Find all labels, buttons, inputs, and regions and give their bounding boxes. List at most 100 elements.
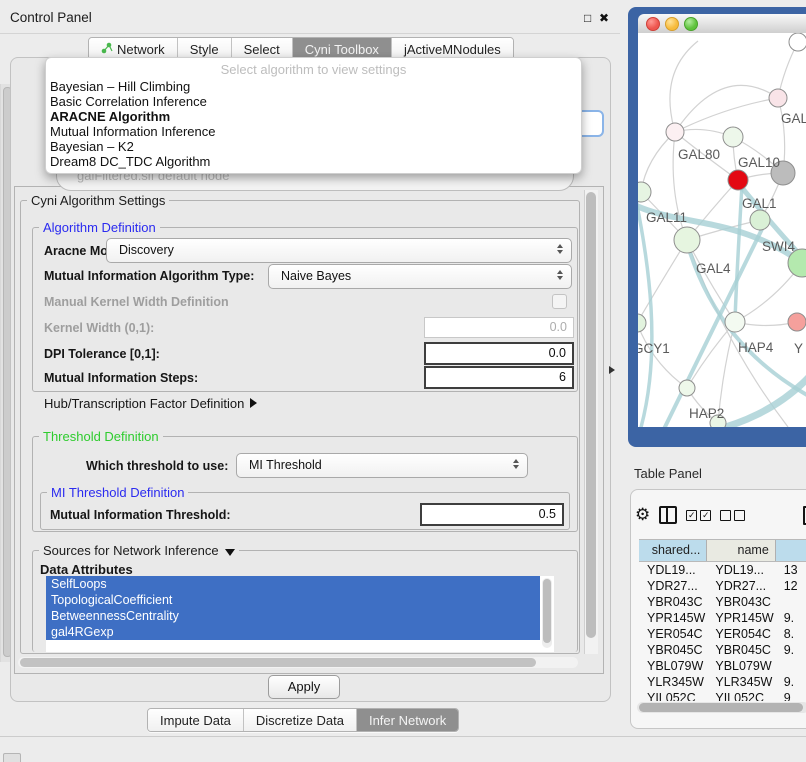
minimize-traffic-light-icon[interactable]: [665, 17, 679, 31]
column-chooser-icon[interactable]: [659, 506, 677, 524]
select-all-icon[interactable]: ✓✓: [686, 510, 711, 521]
network-node-gal1[interactable]: [728, 170, 748, 190]
algorithm-item-bayesian-k2[interactable]: Bayesian – K2: [50, 139, 570, 154]
table-row[interactable]: YDL19...YDL19...13: [639, 562, 806, 578]
mi-algorithm-type-value: Naive Bayes: [281, 269, 351, 283]
close-window-button[interactable]: ✖: [599, 11, 609, 25]
network-node-hap4[interactable]: [725, 312, 745, 332]
which-threshold-label: Which threshold to use:: [86, 459, 228, 473]
spinner-arrows-icon: [557, 270, 563, 280]
network-node-label: GCY1: [638, 341, 670, 356]
table-cell: YLR345W: [639, 674, 707, 690]
manual-kernel-label: Manual Kernel Width Definition: [44, 295, 229, 309]
which-threshold-value: MI Threshold: [249, 458, 322, 472]
manual-kernel-checkbox[interactable]: [552, 294, 567, 309]
table-cell: [776, 594, 806, 610]
network-node-y[interactable]: [788, 313, 806, 331]
network-node-gal80[interactable]: [666, 123, 684, 141]
attribute-item-topologicalcoefficient[interactable]: TopologicalCoefficient: [46, 592, 540, 608]
zoom-traffic-light-icon[interactable]: [684, 17, 698, 31]
threshold-definition-title: Threshold Definition: [39, 429, 163, 444]
network-edge[interactable]: [687, 240, 735, 322]
corner-grip-button[interactable]: [3, 753, 21, 762]
mi-algorithm-type-combobox[interactable]: Naive Bayes: [268, 264, 572, 289]
dpi-tolerance-field[interactable]: 0.0: [424, 342, 574, 365]
mi-steps-field[interactable]: 6: [424, 366, 574, 389]
mi-steps-label: Mutual Information Steps:: [44, 371, 198, 385]
table-cell: 9.: [776, 674, 806, 690]
algorithm-item-basic-correlation-inference[interactable]: Basic Correlation Inference: [50, 94, 570, 109]
network-node[interactable]: [789, 33, 806, 51]
network-node-label: Y: [794, 341, 803, 356]
table-row[interactable]: YLR345WYLR345W9.: [639, 674, 806, 690]
hub-expander[interactable]: Hub/Transcription Factor Definition: [44, 396, 257, 411]
aracne-mode-combobox[interactable]: Discovery: [106, 238, 572, 263]
algorithm-item-dream8-dc-tdc-algorithm[interactable]: Dream8 DC_TDC Algorithm: [50, 154, 570, 169]
algorithm-item-bayesian-hill-climbing[interactable]: Bayesian – Hill Climbing: [50, 79, 570, 94]
network-node-label: HAP4: [738, 340, 774, 355]
algorithm-dropdown-placeholder: Select algorithm to view settings: [46, 62, 581, 77]
mi-threshold-field[interactable]: 0.5: [420, 503, 564, 526]
attribute-item-selfloops[interactable]: SelfLoops: [46, 576, 540, 592]
bottom-tab-infer-network[interactable]: Infer Network: [357, 709, 458, 731]
column-header-name[interactable]: name: [707, 540, 775, 561]
tab-style-label: Style: [190, 42, 219, 57]
bottom-tab-impute-data[interactable]: Impute Data: [148, 709, 244, 731]
bottom-tab-infer-network-label: Infer Network: [369, 713, 446, 728]
column-header-shared[interactable]: shared...: [639, 540, 707, 561]
network-node-gal11[interactable]: [638, 182, 651, 202]
network-node-gcy1[interactable]: [638, 314, 646, 332]
attributes-list-scrollbar[interactable]: [542, 578, 552, 648]
settings-horizontal-scrollbar[interactable]: [18, 657, 578, 668]
attribute-item-betweennesscentrality[interactable]: BetweennessCentrality: [46, 608, 540, 624]
tab-select-label: Select: [244, 42, 280, 57]
table-row[interactable]: YBR043CYBR043C: [639, 594, 806, 610]
settings-gear-icon[interactable]: ⚙: [635, 505, 650, 525]
algorithm-item-mutual-information-inference[interactable]: Mutual Information Inference: [50, 124, 570, 139]
algorithm-item-aracne-algorithm[interactable]: ARACNE Algorithm: [50, 109, 570, 124]
column-header-2[interactable]: [776, 540, 806, 561]
mi-threshold-label: Mutual Information Threshold:: [50, 508, 231, 522]
network-node-gal[interactable]: [769, 89, 787, 107]
data-attributes-label: Data Attributes: [40, 562, 133, 577]
network-node-label: HAP2: [689, 406, 724, 421]
kernel-width-field: 0.0: [424, 317, 574, 338]
bottom-tab-discretize-data[interactable]: Discretize Data: [244, 709, 357, 731]
network-node-gal10[interactable]: [723, 127, 743, 147]
attribute-item-gal4rgexp[interactable]: gal4RGexp: [46, 624, 540, 640]
table-row[interactable]: YDR27...YDR27...12: [639, 578, 806, 594]
table-row[interactable]: YIL052CYIL052C9: [639, 690, 806, 701]
network-node-label: GAL1: [742, 196, 777, 211]
network-node-label: GAL11: [646, 210, 687, 225]
settings-vertical-scrollbar[interactable]: [584, 190, 598, 654]
network-edge[interactable]: [675, 98, 778, 132]
sources-expander[interactable]: Sources for Network Inference: [39, 543, 239, 558]
table-cell: YBL079W: [707, 658, 775, 674]
table-cell: 9.: [776, 642, 806, 658]
network-edge[interactable]: [670, 41, 698, 132]
float-window-button[interactable]: □: [584, 11, 591, 25]
network-edge-highlighted[interactable]: [735, 185, 742, 320]
table-row[interactable]: YPR145WYPR145W9.: [639, 610, 806, 626]
close-traffic-light-icon[interactable]: [646, 17, 660, 31]
table-horizontal-scrollbar[interactable]: [637, 702, 806, 713]
tab-network-label: Network: [117, 42, 165, 57]
table-cell: YER054C: [639, 626, 707, 642]
table-cell: YLR345W: [707, 674, 775, 690]
which-threshold-combobox[interactable]: MI Threshold: [236, 453, 528, 478]
apply-button[interactable]: Apply: [268, 675, 340, 699]
node-table[interactable]: shared...name YDL19...YDL19...13YDR27...…: [639, 539, 806, 701]
network-window-titlebar[interactable]: [638, 14, 806, 34]
network-node-hap2[interactable]: [679, 380, 695, 396]
network-node-gal4[interactable]: [674, 227, 700, 253]
screen: Control Panel □ ✖ NetworkStyleSelectCyni…: [0, 0, 806, 762]
table-row[interactable]: YER054CYER054C8.: [639, 626, 806, 642]
table-row[interactable]: YBR045CYBR045C9.: [639, 642, 806, 658]
table-cell: YBL079W: [639, 658, 707, 674]
table-row[interactable]: YBL079WYBL079W: [639, 658, 806, 674]
deselect-all-icon[interactable]: [720, 510, 745, 521]
table-cell: 13: [776, 562, 806, 578]
data-attributes-list[interactable]: SelfLoopsTopologicalCoefficientBetweenne…: [46, 576, 554, 652]
network-canvas[interactable]: GALGAL80GAL10GAL1GAL11SWI4GAL4GCY1HAP4YH…: [638, 33, 806, 427]
network-node-swi4[interactable]: [750, 210, 770, 230]
